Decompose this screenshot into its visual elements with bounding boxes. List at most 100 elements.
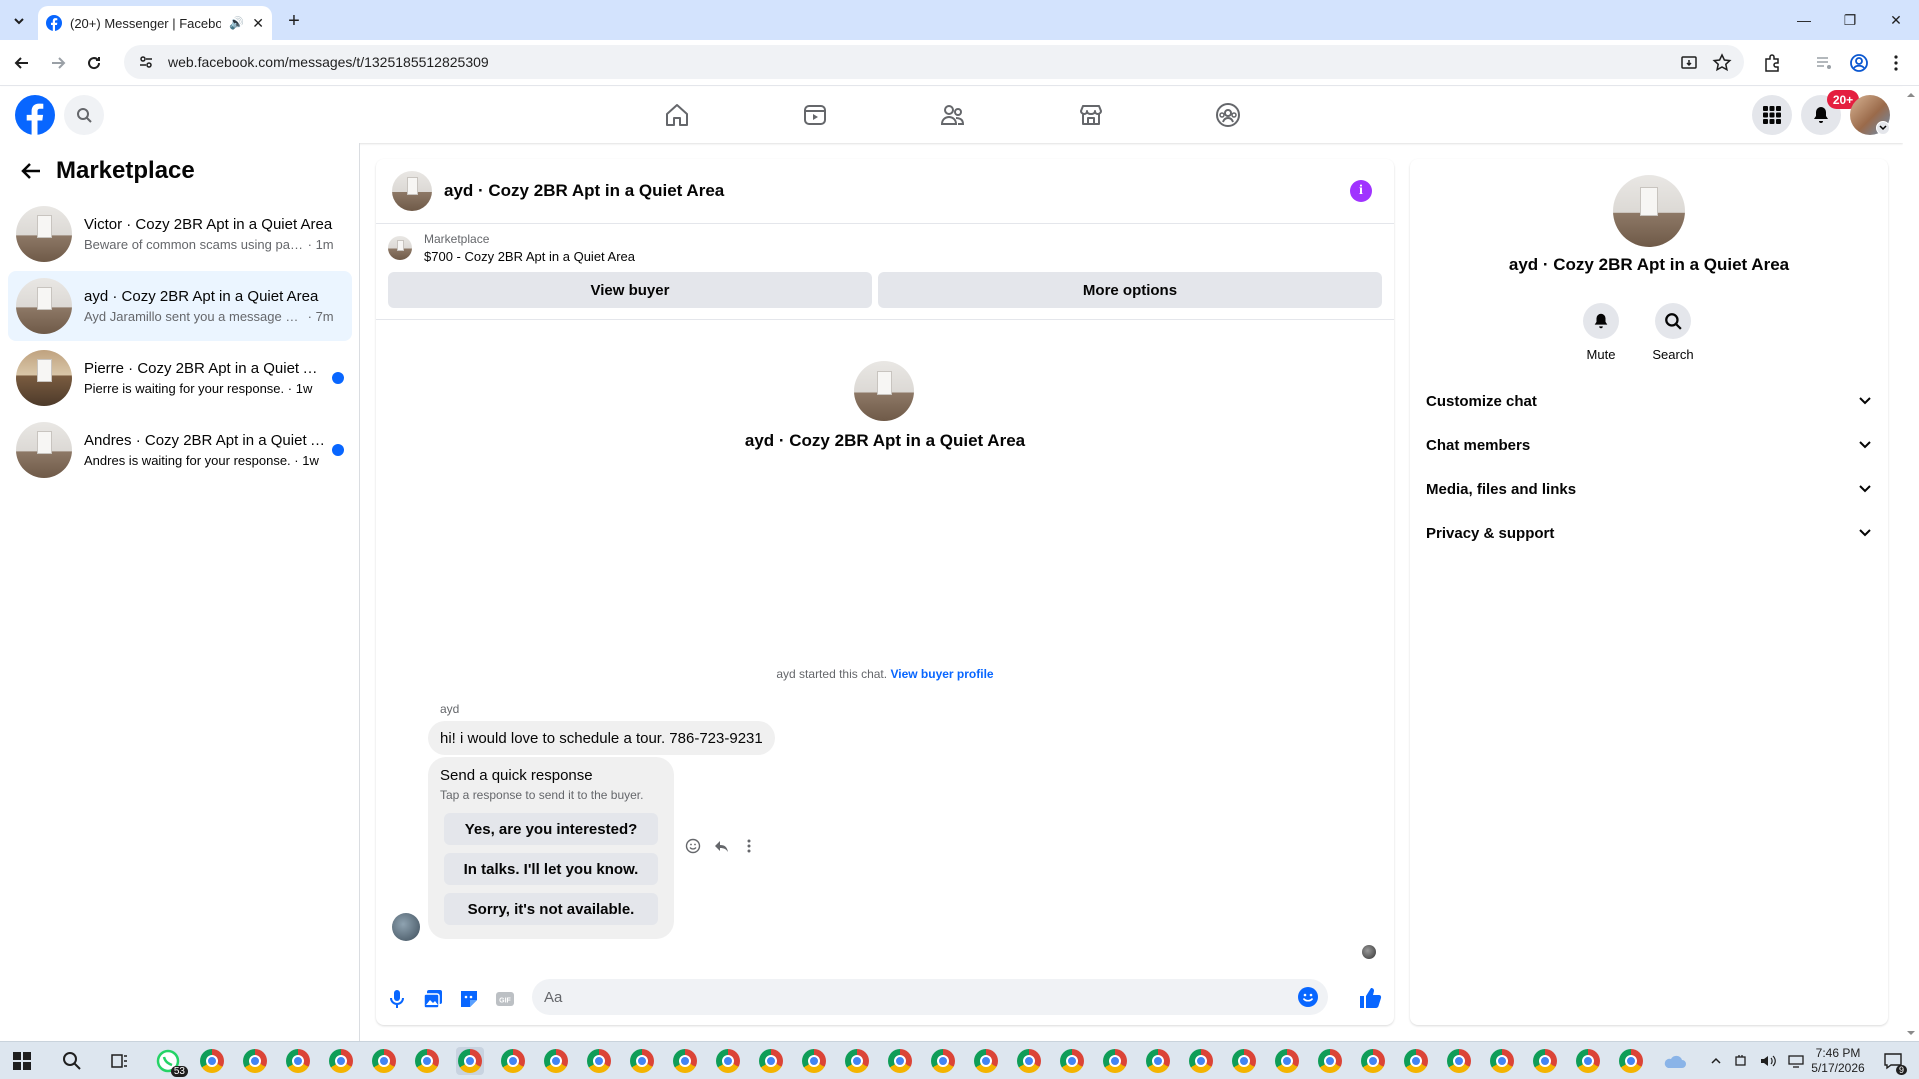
facebook-search-button[interactable]: [64, 95, 104, 135]
restore-button[interactable]: ❐: [1827, 0, 1873, 40]
chrome-taskbar-icon[interactable]: [843, 1047, 871, 1075]
site-info-icon[interactable]: [138, 54, 154, 70]
chat-avatar[interactable]: [392, 171, 432, 211]
conversation-item[interactable]: Pierre · Cozy 2BR Apt in a Quiet Area Pi…: [8, 343, 352, 413]
listing-price-title[interactable]: $700 - Cozy 2BR Apt in a Quiet Area: [424, 249, 635, 264]
info-icon[interactable]: i: [1350, 180, 1372, 202]
quick-response-option[interactable]: Sorry, it's not available.: [444, 893, 658, 925]
more-actions-icon[interactable]: [740, 837, 758, 855]
address-bar[interactable]: web.facebook.com/messages/t/132518551282…: [124, 45, 1744, 79]
back-arrow-icon[interactable]: [20, 160, 42, 182]
chrome-taskbar-icon[interactable]: [585, 1047, 613, 1075]
media-files-links-section[interactable]: Media, files and links: [1426, 471, 1872, 507]
chrome-taskbar-icon[interactable]: [1617, 1047, 1645, 1075]
chrome-taskbar-icon[interactable]: [1574, 1047, 1602, 1075]
bookmark-star-icon[interactable]: [1712, 53, 1732, 73]
chrome-taskbar-icon[interactable]: [327, 1047, 355, 1075]
chrome-taskbar-icon[interactable]: [886, 1047, 914, 1075]
notification-center-icon[interactable]: 9: [1879, 1047, 1907, 1075]
gif-icon[interactable]: GIF: [494, 988, 516, 1010]
message-input[interactable]: Aa: [532, 979, 1328, 1015]
chrome-taskbar-icon[interactable]: [1359, 1047, 1387, 1075]
view-buyer-button[interactable]: View buyer: [388, 272, 872, 308]
chrome-taskbar-icon[interactable]: [628, 1047, 656, 1075]
system-clock[interactable]: 7:46 PM 5/17/2026: [1793, 1046, 1883, 1076]
chevron-down-icon[interactable]: [1876, 121, 1890, 135]
forward-button[interactable]: [46, 51, 70, 75]
chevron-up-icon[interactable]: [1710, 1055, 1722, 1067]
reply-icon[interactable]: [712, 837, 730, 855]
volume-icon[interactable]: [1760, 1054, 1776, 1068]
chat-title[interactable]: ayd · Cozy 2BR Apt in a Quiet Area: [444, 181, 724, 201]
task-view-icon[interactable]: [106, 1047, 134, 1075]
new-tab-button[interactable]: +: [283, 10, 305, 32]
quick-response-option[interactable]: In talks. I'll let you know.: [444, 853, 658, 885]
mute-button[interactable]: Mute: [1571, 303, 1631, 362]
chrome-taskbar-icon[interactable]: [542, 1047, 570, 1075]
chrome-taskbar-icon[interactable]: [1316, 1047, 1344, 1075]
customize-chat-section[interactable]: Customize chat: [1426, 383, 1872, 419]
chrome-taskbar-icon[interactable]: [1144, 1047, 1172, 1075]
install-app-icon[interactable]: [1679, 53, 1699, 73]
chat-members-section[interactable]: Chat members: [1426, 427, 1872, 463]
chrome-taskbar-icon[interactable]: [1101, 1047, 1129, 1075]
reload-button[interactable]: [82, 51, 106, 75]
chrome-taskbar-icon[interactable]: [714, 1047, 742, 1075]
chrome-taskbar-icon[interactable]: [1488, 1047, 1516, 1075]
chrome-taskbar-icon[interactable]: [929, 1047, 957, 1075]
chrome-taskbar-icon[interactable]: [757, 1047, 785, 1075]
chrome-taskbar-icon[interactable]: [198, 1047, 226, 1075]
conversation-item-active[interactable]: ayd · Cozy 2BR Apt in a Quiet Area Ayd J…: [8, 271, 352, 341]
view-buyer-profile-link[interactable]: View buyer profile: [890, 667, 993, 681]
chrome-taskbar-icon[interactable]: [1187, 1047, 1215, 1075]
facebook-logo-icon[interactable]: [15, 95, 55, 135]
search-in-chat-button[interactable]: Search: [1643, 303, 1703, 362]
conversation-item[interactable]: Andres · Cozy 2BR Apt in a Quiet Area An…: [8, 415, 352, 485]
minimize-button[interactable]: —: [1781, 0, 1827, 40]
chrome-taskbar-icon[interactable]: [1402, 1047, 1430, 1075]
chrome-taskbar-icon[interactable]: [1531, 1047, 1559, 1075]
conversation-item[interactable]: Victor · Cozy 2BR Apt in a Quiet Area Be…: [8, 199, 352, 269]
chrome-taskbar-icon[interactable]: [413, 1047, 441, 1075]
quick-response-option[interactable]: Yes, are you interested?: [444, 813, 658, 845]
battery-icon[interactable]: [1734, 1054, 1748, 1068]
back-button[interactable]: [10, 51, 34, 75]
chrome-taskbar-icon[interactable]: [671, 1047, 699, 1075]
privacy-support-section[interactable]: Privacy & support: [1426, 515, 1872, 551]
chrome-taskbar-icon[interactable]: [972, 1047, 1000, 1075]
chrome-taskbar-icon[interactable]: [1273, 1047, 1301, 1075]
more-options-button[interactable]: More options: [878, 272, 1382, 308]
sticker-icon[interactable]: [458, 988, 480, 1010]
photo-icon[interactable]: [422, 988, 444, 1010]
weather-icon[interactable]: [1661, 1047, 1689, 1075]
close-window-button[interactable]: ✕: [1873, 0, 1919, 40]
audio-playing-icon[interactable]: 🔊: [229, 16, 244, 30]
listing-thumbnail[interactable]: [388, 236, 412, 260]
chrome-taskbar-icon[interactable]: [499, 1047, 527, 1075]
media-controls-icon[interactable]: [1814, 53, 1834, 73]
video-icon[interactable]: [801, 101, 829, 129]
microphone-icon[interactable]: [386, 988, 408, 1010]
chrome-taskbar-icon[interactable]: [284, 1047, 312, 1075]
chrome-taskbar-icon[interactable]: [370, 1047, 398, 1075]
chrome-taskbar-icon-active[interactable]: [456, 1047, 484, 1075]
tab-search-dropdown-icon[interactable]: [8, 10, 30, 32]
page-scrollbar[interactable]: [1903, 87, 1919, 1041]
groups-icon[interactable]: [1214, 101, 1242, 129]
windows-start-icon[interactable]: [8, 1047, 36, 1075]
home-icon[interactable]: [663, 101, 691, 129]
marketplace-icon[interactable]: [1077, 101, 1105, 129]
like-thumb-icon[interactable]: [1358, 986, 1382, 1010]
sender-avatar[interactable]: [392, 913, 420, 941]
taskbar-search-icon[interactable]: [58, 1047, 86, 1075]
chrome-taskbar-icon[interactable]: [241, 1047, 269, 1075]
tab-close-icon[interactable]: ✕: [252, 15, 264, 32]
extensions-icon[interactable]: [1762, 53, 1782, 73]
friends-icon[interactable]: [939, 101, 967, 129]
whatsapp-taskbar-icon[interactable]: 53: [154, 1047, 188, 1077]
chrome-taskbar-icon[interactable]: [1445, 1047, 1473, 1075]
menu-grid-button[interactable]: [1752, 95, 1792, 135]
react-emoji-icon[interactable]: [684, 837, 702, 855]
incoming-message-bubble[interactable]: hi! i would love to schedule a tour. 786…: [428, 721, 775, 755]
chrome-taskbar-icon[interactable]: [800, 1047, 828, 1075]
